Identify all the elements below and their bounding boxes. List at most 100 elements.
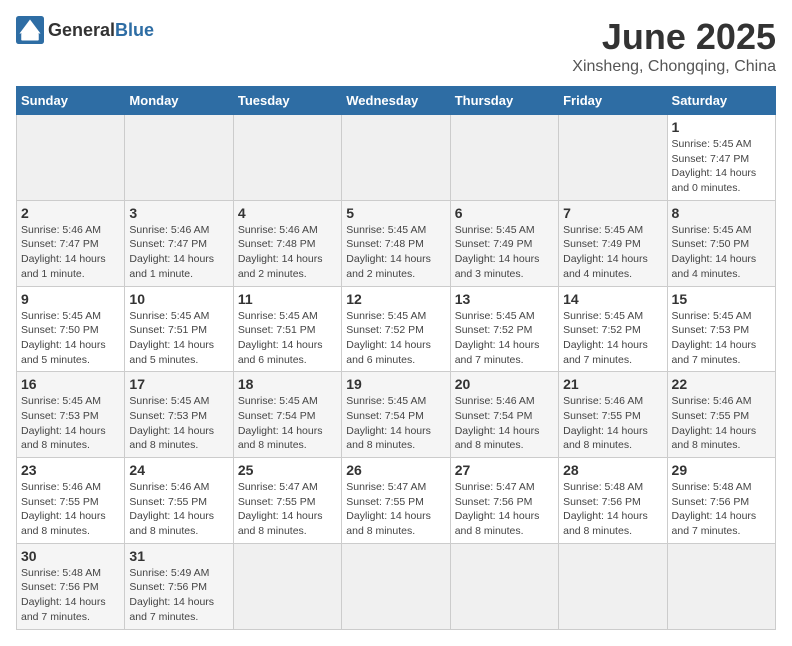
day-number: 21 [563, 376, 662, 392]
calendar-cell: 13Sunrise: 5:45 AMSunset: 7:52 PMDayligh… [450, 286, 558, 372]
calendar-cell: 10Sunrise: 5:45 AMSunset: 7:51 PMDayligh… [125, 286, 233, 372]
day-detail: Sunrise: 5:45 AMSunset: 7:52 PMDaylight:… [563, 309, 662, 368]
calendar-week-row: 2 Sunrise: 5:46 AMSunset: 7:47 PMDaylight… [17, 200, 776, 286]
calendar-cell [559, 543, 667, 629]
calendar-cell: 23 Sunrise: 5:46 AMSunset: 7:55 PMDayligh… [17, 458, 125, 544]
day-detail: Sunrise: 5:46 AMSunset: 7:48 PMDaylight:… [238, 223, 337, 282]
day-detail: Sunrise: 5:45 AMSunset: 7:51 PMDaylight:… [238, 309, 337, 368]
day-number: 5 [346, 205, 445, 221]
day-detail: Sunrise: 5:45 AMSunset: 7:54 PMDaylight:… [238, 394, 337, 453]
day-of-week-header: Friday [559, 87, 667, 115]
calendar-week-row: 1Sunrise: 5:45 AMSunset: 7:47 PMDaylight… [17, 115, 776, 201]
calendar-cell [559, 115, 667, 201]
day-number: 14 [563, 291, 662, 307]
day-detail: Sunrise: 5:46 AMSunset: 7:47 PMDaylight:… [129, 223, 228, 282]
day-of-week-header: Wednesday [342, 87, 450, 115]
calendar-cell: 22 Sunrise: 5:46 AMSunset: 7:55 PMDayligh… [667, 372, 775, 458]
calendar-cell: 27Sunrise: 5:47 AMSunset: 7:56 PMDayligh… [450, 458, 558, 544]
calendar-week-row: 30 Sunrise: 5:48 AMSunset: 7:56 PMDayligh… [17, 543, 776, 629]
calendar-cell [125, 115, 233, 201]
calendar-week-row: 16 Sunrise: 5:45 AMSunset: 7:53 PMDayligh… [17, 372, 776, 458]
logo-text: GeneralBlue [48, 20, 154, 41]
day-detail: Sunrise: 5:48 AMSunset: 7:56 PMDaylight:… [21, 566, 120, 625]
day-number: 2 [21, 205, 120, 221]
day-detail: Sunrise: 5:48 AMSunset: 7:56 PMDaylight:… [563, 480, 662, 539]
day-detail: Sunrise: 5:45 AMSunset: 7:52 PMDaylight:… [346, 309, 445, 368]
calendar-cell: 31 Sunrise: 5:49 AMSunset: 7:56 PMDayligh… [125, 543, 233, 629]
calendar-cell: 24Sunrise: 5:46 AMSunset: 7:55 PMDayligh… [125, 458, 233, 544]
day-number: 4 [238, 205, 337, 221]
month-year-title: June 2025 [572, 16, 776, 58]
calendar-cell: 16 Sunrise: 5:45 AMSunset: 7:53 PMDayligh… [17, 372, 125, 458]
calendar-week-row: 23 Sunrise: 5:46 AMSunset: 7:55 PMDayligh… [17, 458, 776, 544]
day-detail: Sunrise: 5:46 AMSunset: 7:55 PMDaylight:… [563, 394, 662, 453]
calendar-cell [450, 115, 558, 201]
day-detail: Sunrise: 5:46 AMSunset: 7:55 PMDaylight:… [21, 480, 120, 539]
day-detail: Sunrise: 5:48 AMSunset: 7:56 PMDaylight:… [672, 480, 771, 539]
calendar-cell: 20 Sunrise: 5:46 AMSunset: 7:54 PMDayligh… [450, 372, 558, 458]
calendar-cell: 17 Sunrise: 5:45 AMSunset: 7:53 PMDayligh… [125, 372, 233, 458]
calendar-cell [233, 543, 341, 629]
day-detail: Sunrise: 5:45 AMSunset: 7:47 PMDaylight:… [672, 137, 771, 196]
day-detail: Sunrise: 5:45 AMSunset: 7:52 PMDaylight:… [455, 309, 554, 368]
day-number: 9 [21, 291, 120, 307]
day-number: 29 [672, 462, 771, 478]
day-of-week-header: Saturday [667, 87, 775, 115]
calendar-cell: 7Sunrise: 5:45 AMSunset: 7:49 PMDaylight… [559, 200, 667, 286]
day-number: 20 [455, 376, 554, 392]
day-number: 22 [672, 376, 771, 392]
calendar-cell: 18 Sunrise: 5:45 AMSunset: 7:54 PMDayligh… [233, 372, 341, 458]
day-of-week-header: Monday [125, 87, 233, 115]
day-detail: Sunrise: 5:45 AMSunset: 7:49 PMDaylight:… [563, 223, 662, 282]
logo: GeneralBlue [16, 16, 154, 44]
calendar-cell [233, 115, 341, 201]
day-number: 30 [21, 548, 120, 564]
calendar-cell: 19 Sunrise: 5:45 AMSunset: 7:54 PMDayligh… [342, 372, 450, 458]
day-detail: Sunrise: 5:45 AMSunset: 7:54 PMDaylight:… [346, 394, 445, 453]
calendar-cell: 8 Sunrise: 5:45 AMSunset: 7:50 PMDaylight… [667, 200, 775, 286]
calendar-cell: 14 Sunrise: 5:45 AMSunset: 7:52 PMDayligh… [559, 286, 667, 372]
day-of-week-header: Sunday [17, 87, 125, 115]
calendar-cell: 26Sunrise: 5:47 AMSunset: 7:55 PMDayligh… [342, 458, 450, 544]
calendar-cell: 28 Sunrise: 5:48 AMSunset: 7:56 PMDayligh… [559, 458, 667, 544]
calendar-cell: 12Sunrise: 5:45 AMSunset: 7:52 PMDayligh… [342, 286, 450, 372]
day-number: 18 [238, 376, 337, 392]
calendar-cell: 21 Sunrise: 5:46 AMSunset: 7:55 PMDayligh… [559, 372, 667, 458]
day-detail: Sunrise: 5:46 AMSunset: 7:54 PMDaylight:… [455, 394, 554, 453]
day-number: 15 [672, 291, 771, 307]
day-number: 3 [129, 205, 228, 221]
day-detail: Sunrise: 5:45 AMSunset: 7:50 PMDaylight:… [21, 309, 120, 368]
day-number: 23 [21, 462, 120, 478]
day-number: 19 [346, 376, 445, 392]
calendar-cell: 2Sunrise: 5:46 AMSunset: 7:47 PMDaylight… [17, 200, 125, 286]
day-detail: Sunrise: 5:45 AMSunset: 7:53 PMDaylight:… [21, 394, 120, 453]
day-detail: Sunrise: 5:45 AMSunset: 7:53 PMDaylight:… [129, 394, 228, 453]
day-number: 27 [455, 462, 554, 478]
calendar-cell [17, 115, 125, 201]
day-detail: Sunrise: 5:45 AMSunset: 7:53 PMDaylight:… [672, 309, 771, 368]
page-header: GeneralBlue June 2025 Xinsheng, Chongqin… [16, 16, 776, 76]
calendar-cell [342, 115, 450, 201]
day-of-week-header: Thursday [450, 87, 558, 115]
calendar-week-row: 9 Sunrise: 5:45 AMSunset: 7:50 PMDaylight… [17, 286, 776, 372]
day-detail: Sunrise: 5:45 AMSunset: 7:49 PMDaylight:… [455, 223, 554, 282]
calendar-cell [450, 543, 558, 629]
calendar-cell: 1Sunrise: 5:45 AMSunset: 7:47 PMDaylight… [667, 115, 775, 201]
day-detail: Sunrise: 5:49 AMSunset: 7:56 PMDaylight:… [129, 566, 228, 625]
day-number: 31 [129, 548, 228, 564]
calendar-cell: 6 Sunrise: 5:45 AMSunset: 7:49 PMDaylight… [450, 200, 558, 286]
day-detail: Sunrise: 5:45 AMSunset: 7:48 PMDaylight:… [346, 223, 445, 282]
day-number: 26 [346, 462, 445, 478]
day-detail: Sunrise: 5:45 AMSunset: 7:50 PMDaylight:… [672, 223, 771, 282]
day-number: 8 [672, 205, 771, 221]
calendar-cell: 4 Sunrise: 5:46 AMSunset: 7:48 PMDaylight… [233, 200, 341, 286]
day-number: 6 [455, 205, 554, 221]
calendar-table: SundayMondayTuesdayWednesdayThursdayFrid… [16, 86, 776, 630]
day-detail: Sunrise: 5:46 AMSunset: 7:55 PMDaylight:… [672, 394, 771, 453]
day-number: 16 [21, 376, 120, 392]
calendar-cell [667, 543, 775, 629]
day-number: 25 [238, 462, 337, 478]
day-number: 17 [129, 376, 228, 392]
day-number: 28 [563, 462, 662, 478]
location-subtitle: Xinsheng, Chongqing, China [572, 58, 776, 76]
